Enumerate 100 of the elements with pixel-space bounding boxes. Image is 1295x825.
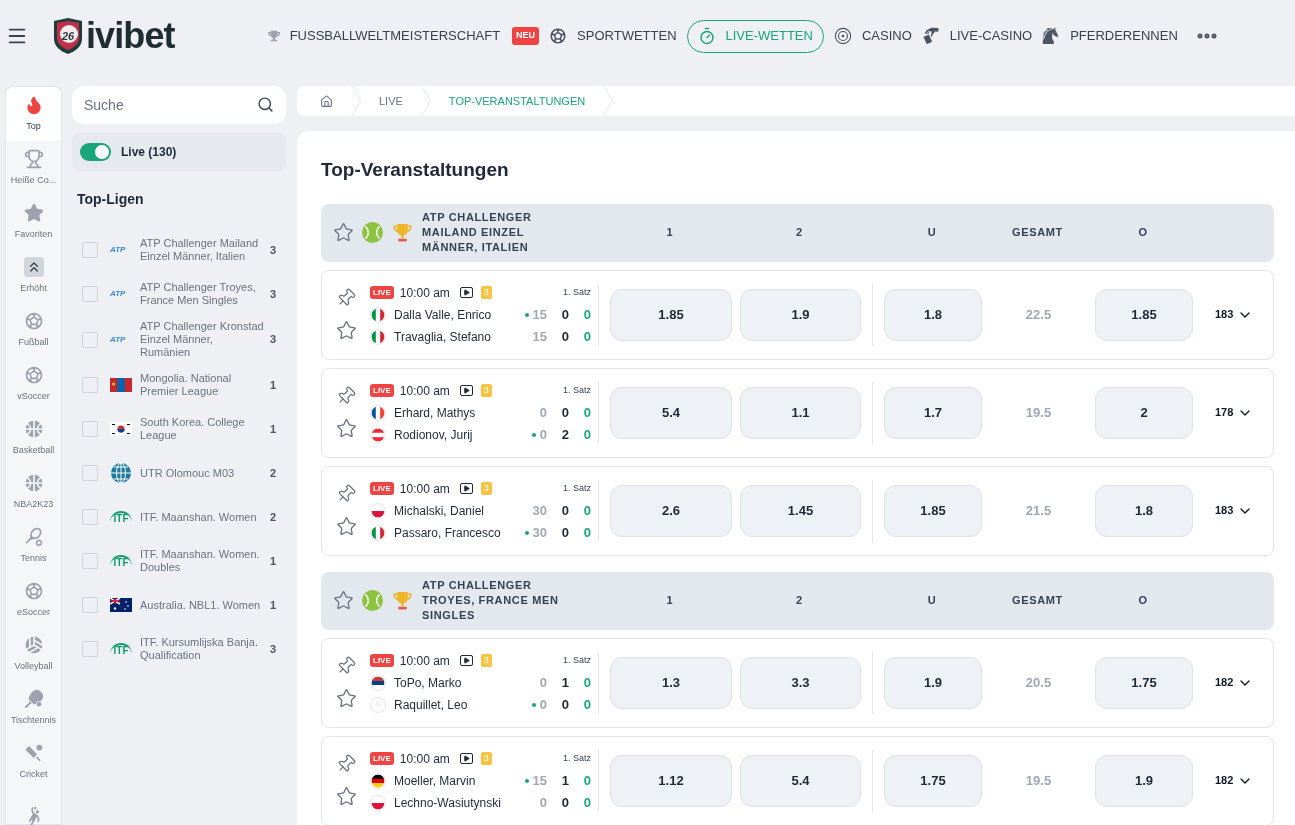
more-markets-button[interactable]: 182 [1215,772,1254,789]
star-icon[interactable] [335,320,357,341]
star-icon[interactable] [333,590,354,611]
logo-badge: 26 [52,17,84,55]
league-name[interactable]: ITF. Maanshan. Women. Doubles [140,548,266,574]
more-markets-button[interactable]: 178 [1215,404,1254,421]
sport-tab[interactable]: vSoccer [6,357,61,411]
league-checkbox[interactable] [82,331,98,348]
league-checkbox[interactable] [82,553,98,569]
odds-button[interactable]: 1.1 [740,386,861,439]
breadcrumb-link[interactable]: LIVE [379,92,403,110]
sport-tab[interactable]: Cricket [6,735,61,789]
odds-button[interactable]: 1.7 [884,386,982,439]
column-header: U [926,593,938,609]
odds-button[interactable]: 1.9 [740,288,861,341]
league-checkbox[interactable] [82,421,98,437]
star-icon[interactable] [335,786,357,807]
nav-item[interactable]: LIVE-CASINO [921,19,1033,53]
odds-button[interactable]: 2 [1095,386,1193,439]
player-name: Passaro, Francesco [394,524,501,542]
sport-tab[interactable]: NBA2K23 [6,465,61,519]
odds-button[interactable]: 5.4 [610,386,732,439]
league-checkbox[interactable] [82,377,98,393]
league-checkbox[interactable] [82,286,98,302]
trophy-icon [23,148,44,169]
odds-button[interactable]: 2.6 [610,484,732,537]
odds-button[interactable]: 1.85 [884,484,982,537]
breadcrumb-separator-icon [420,86,431,116]
league-name[interactable]: ATP Challenger Mailand Einzel Männer, Italien [140,237,266,263]
more-markets-button[interactable]: 183 [1215,306,1254,323]
match-time: 10:00 am [399,480,450,498]
sport-tab[interactable]: eSoccer [6,573,61,627]
odds-button[interactable]: 5.4 [740,754,861,807]
brand-name[interactable]: ivibet [86,18,175,54]
sport-tab[interactable]: Favoriten [6,195,61,249]
league-checkbox[interactable] [82,597,98,613]
sport-tab[interactable]: Fußball [6,303,61,357]
home-icon[interactable] [320,94,333,108]
league-name[interactable]: Australia. NBL1. Women [140,598,266,612]
sport-tab[interactable]: Heiße Co... [6,141,61,195]
live-count-label: Live (130) [121,144,177,161]
odds-button[interactable]: 1.45 [740,484,861,537]
star-icon[interactable] [335,688,357,709]
video-icon[interactable] [459,287,473,298]
league-name[interactable]: UTR Olomouc M03 [140,466,266,480]
league-name[interactable]: ATP Challenger Kronstad Einzel Männer, Rumänien [140,320,266,359]
league-name[interactable]: Mongolia. National Premier League [140,372,266,398]
league-name[interactable]: ATP Challenger Troyes, France Men Singles [140,281,266,307]
video-icon[interactable] [459,385,473,396]
more-markets-button[interactable]: 182 [1215,674,1254,691]
period-label: 1. Satz [563,285,591,299]
video-icon[interactable] [459,655,473,666]
period-label: 1. Satz [563,653,591,667]
nav-item[interactable]: FUSSBALLWELTMEISTERSCHAFT NEU [267,19,540,53]
odds-button[interactable]: 1.9 [884,656,982,709]
nav-item[interactable]: CASINO [833,19,912,53]
odds-button[interactable]: 1.12 [610,754,732,807]
more-markets-button[interactable]: 183 [1215,502,1254,519]
odds-button[interactable]: 1.75 [884,754,982,807]
league-checkbox[interactable] [82,641,98,657]
best-of-badge: 3 [480,286,492,299]
league-name[interactable]: South Korea. College League [140,416,266,442]
sport-tab[interactable]: Tischtennis [6,681,61,735]
league-title: ATP CHALLENGER MAILAND EINZEL MÄNNER, ITALIEN [422,210,533,255]
odds-button[interactable]: 1.8 [884,288,982,341]
odds-button[interactable]: 1.8 [1095,484,1193,537]
league-name[interactable]: ITF. Maanshan. Women [140,510,266,524]
video-icon[interactable] [459,753,473,764]
star-icon[interactable] [333,222,354,243]
nav-item[interactable]: SPORTWETTEN [549,19,677,53]
league-count: 2 [269,509,276,525]
match-time: 10:00 am [399,284,450,302]
video-icon[interactable] [459,483,473,494]
odds-button[interactable]: 1.85 [610,288,732,341]
search-icon[interactable] [257,96,274,113]
games-score: 0 [582,695,591,714]
odds-button[interactable]: 1.75 [1095,656,1193,709]
sport-tab[interactable]: Erhöht [6,249,61,303]
live-toggle[interactable] [80,143,111,161]
sport-tab[interactable]: Basketball [6,411,61,465]
sport-tab[interactable]: Volleyball [6,627,61,681]
odds-button[interactable]: 1.9 [1095,754,1193,807]
flag-icon [370,502,386,519]
league-checkbox[interactable] [82,509,98,525]
cricket-bat-icon [23,742,44,763]
odds-button[interactable]: 3.3 [740,656,861,709]
sets-score: 1 [560,673,569,692]
nav-item[interactable]: PFERDERENNEN [1042,19,1178,53]
sport-tab[interactable]: Top [6,87,61,141]
league-checkbox[interactable] [82,465,98,481]
sport-tab[interactable]: Tennis [6,519,61,573]
league-checkbox[interactable] [82,242,98,258]
star-icon[interactable] [335,516,357,537]
league-name[interactable]: ITF. Kursumlijska Banja. Qualification [140,636,266,662]
star-icon[interactable] [335,418,357,439]
odds-button[interactable]: 1.3 [610,656,732,709]
player-name: Raquillet, Leo [394,696,468,714]
flag-icon [370,328,386,345]
search-field[interactable]: Suche [72,86,286,124]
odds-button[interactable]: 1.85 [1095,288,1193,341]
